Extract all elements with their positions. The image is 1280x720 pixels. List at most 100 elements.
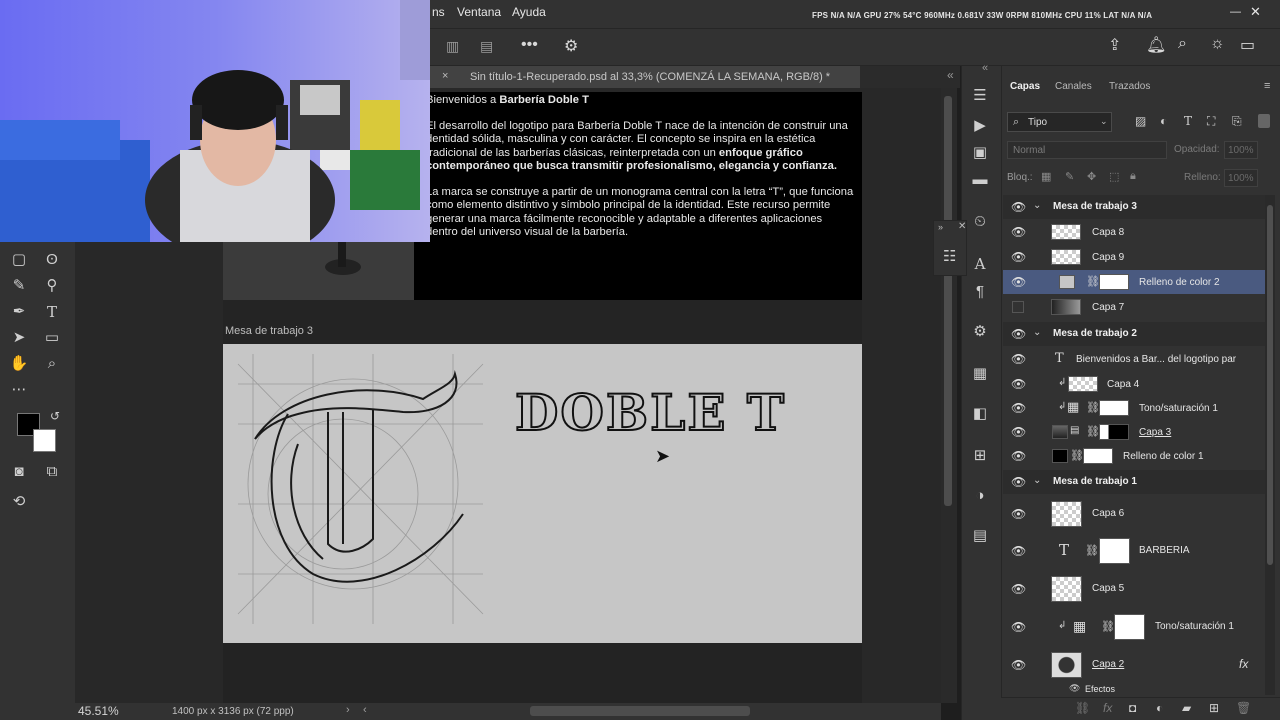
lock-all-icon[interactable]: 🔒︎ xyxy=(1130,170,1136,183)
visibility-eye-icon[interactable]: 👁︎ xyxy=(1011,250,1026,264)
lock-artboard-icon[interactable]: ⬚ xyxy=(1109,170,1119,183)
menu-item-plugins[interactable]: ns xyxy=(432,5,445,19)
search-icon[interactable]: ⌕ xyxy=(1178,35,1187,53)
chevron-down-icon[interactable]: ⌄ xyxy=(1033,475,1041,486)
visibility-eye-icon[interactable]: 👁︎ xyxy=(1011,200,1026,214)
mask-icon[interactable]: ◑ xyxy=(970,486,990,506)
panel-collapse-icon[interactable]: « xyxy=(947,68,954,82)
distribute-icon[interactable]: ▤ xyxy=(480,38,493,55)
blend-mode-select[interactable]: Normal xyxy=(1007,141,1167,159)
filter-pixel-icon[interactable]: ▨ xyxy=(1135,114,1146,128)
filter-smart-icon[interactable]: ⎘ xyxy=(1232,114,1242,129)
vertical-scroll-thumb[interactable] xyxy=(944,96,952,506)
scroll-left-icon[interactable]: ‹ xyxy=(363,704,367,716)
play-action-icon[interactable]: ▶ xyxy=(970,116,990,136)
layer-row-fill[interactable]: 👁︎ ⛓ Relleno de color 1 xyxy=(1003,444,1265,468)
content-aware-icon[interactable]: ⟲ xyxy=(9,492,29,512)
lock-position-icon[interactable]: ✥ xyxy=(1087,170,1096,183)
layer-row[interactable]: 👁︎ ↲ Capa 4 xyxy=(1003,372,1265,396)
history-clock-icon[interactable]: ⏲ xyxy=(970,212,990,232)
menu-item-ayuda[interactable]: Ayuda xyxy=(512,5,546,19)
layer-group-artboard-1[interactable]: 👁︎ ⌄ Mesa de trabajo 1 xyxy=(1003,470,1265,494)
comment-icon[interactable]: ▬ xyxy=(970,170,990,190)
tab-canales[interactable]: Canales xyxy=(1055,81,1092,92)
visibility-eye-icon[interactable]: 👁︎ xyxy=(1011,401,1026,415)
rectangle-tool-icon[interactable]: ▭ xyxy=(42,328,62,348)
grid-icon[interactable]: ⊞ xyxy=(970,446,990,466)
tab-trazados[interactable]: Trazados xyxy=(1109,81,1150,92)
artboard-3-label[interactable]: Mesa de trabajo 3 xyxy=(225,325,313,337)
visibility-eye-icon[interactable]: 👁︎ xyxy=(1011,507,1026,521)
new-layer-icon[interactable]: ⊞ xyxy=(1209,701,1219,715)
chevron-down-icon[interactable]: ⌄ xyxy=(1033,327,1041,338)
layer-group-artboard-2[interactable]: 👁︎ ⌄ Mesa de trabajo 2 xyxy=(1003,322,1265,346)
horizontal-scroll-thumb[interactable] xyxy=(530,706,750,716)
visibility-eye-icon[interactable]: 👁︎ xyxy=(1011,620,1026,634)
layer-row-text[interactable]: 👁︎ T Bienvenidos a Bar... del logotipo p… xyxy=(1003,347,1265,371)
add-style-icon[interactable]: fx xyxy=(1103,701,1112,715)
gear-icon[interactable]: ⚙ xyxy=(564,36,578,56)
lasso-tool-icon[interactable]: ʘ xyxy=(42,250,62,270)
layers-scroll-thumb[interactable] xyxy=(1267,205,1273,565)
add-mask-icon[interactable]: ◘ xyxy=(1129,701,1136,715)
filter-toggle[interactable] xyxy=(1258,114,1270,128)
menu-item-ventana[interactable]: Ventana xyxy=(457,5,501,19)
filter-shape-icon[interactable]: ⛶ xyxy=(1207,114,1215,129)
visibility-eye-icon[interactable]: 👁︎ xyxy=(1011,582,1026,596)
layers-scrollbar[interactable] xyxy=(1265,195,1275,695)
layer-group-artboard-3[interactable]: 👁︎ ⌄ Mesa de trabajo 3 xyxy=(1003,195,1265,219)
float-expand-icon[interactable]: » xyxy=(938,222,943,232)
gradient-icon[interactable]: ◧ xyxy=(970,404,990,424)
layer-row[interactable]: 👁︎ Capa 6 xyxy=(1003,498,1265,530)
clone-stamp-icon[interactable]: ⚲ xyxy=(42,276,62,296)
visibility-eye-icon[interactable]: 👁︎ xyxy=(1011,425,1026,439)
character-icon[interactable]: A xyxy=(970,254,990,274)
layer-row[interactable]: 👁︎ Capa 5 xyxy=(1003,573,1265,605)
layer-row[interactable]: 👁︎ Capa 8 xyxy=(1003,220,1265,244)
workspace-icon[interactable]: ▭ xyxy=(1240,35,1255,55)
quick-mask-icon[interactable]: ◙ xyxy=(9,462,29,482)
document-dimensions[interactable]: 1400 px x 3136 px (72 ppp) xyxy=(172,706,294,717)
brush-tool-icon[interactable]: ✎ xyxy=(9,276,29,296)
screen-mode-icon[interactable]: ⧉ xyxy=(42,462,62,482)
link-layers-icon[interactable]: ⛓ xyxy=(1075,701,1090,715)
filter-type-icon[interactable]: T xyxy=(1184,114,1192,128)
layer-row-adjustment[interactable]: 👁︎ ↲ ▦ ⛓ Tono/saturación 1 xyxy=(1003,396,1265,420)
layer-row-smart-object[interactable]: 👁︎ ▤ ⛓ Capa 3 xyxy=(1003,420,1265,444)
layer-row-hidden[interactable]: Capa 7 xyxy=(1003,295,1265,319)
lock-paint-icon[interactable]: ✎ xyxy=(1065,170,1074,183)
lightbulb-icon[interactable]: ☼ xyxy=(1210,35,1225,53)
float-close-icon[interactable]: ✕ xyxy=(958,221,966,232)
visibility-eye-icon[interactable]: 👁︎ xyxy=(1011,327,1026,341)
tab-capas[interactable]: Capas xyxy=(1010,81,1040,92)
history-icon[interactable]: ☰ xyxy=(970,86,990,106)
path-select-icon[interactable]: ➤ xyxy=(9,328,29,348)
more-tools-icon[interactable]: ⋯ xyxy=(9,380,29,400)
column-collapse-icon[interactable]: « xyxy=(982,62,988,74)
type-tool-icon[interactable]: T xyxy=(42,302,62,322)
background-color-swatch[interactable] xyxy=(33,429,56,452)
more-options-icon[interactable]: ••• xyxy=(521,36,538,54)
visibility-eye-icon[interactable]: 👁︎ xyxy=(1011,449,1026,463)
opacity-input[interactable]: 100% xyxy=(1224,141,1258,159)
fill-input[interactable]: 100% xyxy=(1224,169,1258,187)
layer-row-text[interactable]: 👁︎ T ⛓ BARBERIA xyxy=(1003,535,1265,567)
align-icon[interactable]: ▥ xyxy=(446,38,459,55)
document-tab[interactable]: × Sin título-1-Recuperado.psd al 33,3% (… xyxy=(430,66,860,88)
visibility-eye-icon[interactable]: 👁︎ xyxy=(1011,544,1026,558)
share-icon[interactable]: ⇪ xyxy=(1108,35,1121,55)
new-adjustment-icon[interactable]: ◐ xyxy=(1156,701,1163,715)
new-group-icon[interactable]: ▰ xyxy=(1182,701,1191,715)
table-icon[interactable]: ▦ xyxy=(970,364,990,384)
visibility-eye-icon[interactable]: 👁︎ xyxy=(1011,352,1026,366)
minimize-icon[interactable]: — xyxy=(1230,6,1241,18)
lock-pixels-icon[interactable]: ▦ xyxy=(1041,170,1051,183)
trash-icon[interactable]: 🗑︎ xyxy=(1236,701,1251,715)
marquee-tool-icon[interactable]: ▢ xyxy=(9,250,29,270)
layer-row[interactable]: 👁︎ Capa 9 xyxy=(1003,245,1265,269)
bell-icon[interactable]: 🔔︎ xyxy=(1146,35,1166,55)
fx-icon[interactable]: fx xyxy=(1239,657,1248,671)
filter-adjust-icon[interactable]: ◐ xyxy=(1160,114,1167,128)
visibility-eye-icon[interactable]: 👁︎ xyxy=(1011,475,1026,489)
properties-sliders-icon[interactable]: ☷ xyxy=(943,247,956,265)
